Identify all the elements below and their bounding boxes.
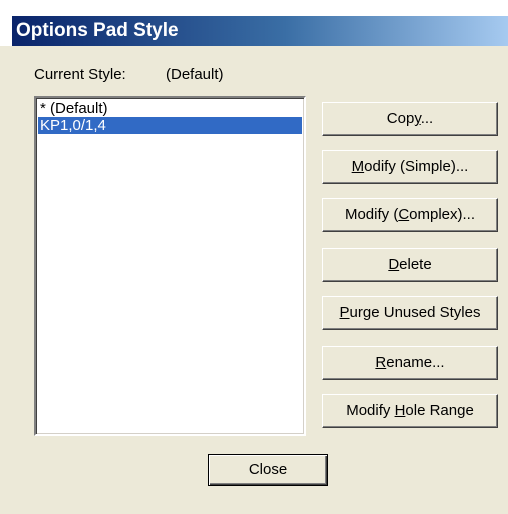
delete-label-key: D	[388, 256, 400, 273]
current-style-value: (Default)	[166, 66, 224, 83]
purge-label-key: P	[339, 304, 350, 321]
modify-simple-label-key: M	[351, 158, 365, 175]
modify-simple-button[interactable]: Modify (Simple)...	[322, 150, 498, 184]
window-title: Options Pad Style	[12, 16, 508, 46]
modify-complex-label-post: omplex)...	[409, 206, 476, 223]
copy-label-post: ...	[420, 110, 434, 127]
modify-hole-range-label-post: ole Range	[405, 402, 474, 419]
modify-complex-button[interactable]: Modify (Complex)...	[322, 198, 498, 232]
copy-button[interactable]: Copy...	[322, 102, 498, 136]
list-item-kp1[interactable]: KP1,0/1,4	[38, 117, 302, 134]
modify-simple-label-post: odify (Simple)...	[364, 158, 469, 175]
modify-complex-label-key: C	[398, 206, 410, 223]
modify-hole-range-label-pre: Modify	[346, 402, 395, 419]
purge-label-post: urge Unused Styles	[349, 304, 481, 321]
rename-label-post: ename...	[386, 354, 445, 371]
rename-button[interactable]: Rename...	[322, 346, 498, 380]
modify-hole-range-label-key: H	[394, 402, 406, 419]
modify-complex-label-pre: Modify (	[344, 206, 399, 223]
purge-unused-styles-button[interactable]: Purge Unused Styles	[322, 296, 498, 330]
styles-listbox[interactable]: * (Default) KP1,0/1,4	[34, 96, 306, 436]
list-item-default[interactable]: * (Default)	[38, 100, 302, 117]
title-bar: Options Pad Style	[0, 0, 508, 46]
copy-label-pre: Cop	[386, 110, 415, 127]
rename-label-key: R	[375, 354, 387, 371]
modify-hole-range-button[interactable]: Modify Hole Range	[322, 394, 498, 428]
delete-label-post: elete	[399, 256, 432, 273]
current-style-label: Current Style:	[34, 66, 126, 83]
delete-button[interactable]: Delete	[322, 248, 498, 282]
close-button[interactable]: Close	[208, 454, 328, 486]
